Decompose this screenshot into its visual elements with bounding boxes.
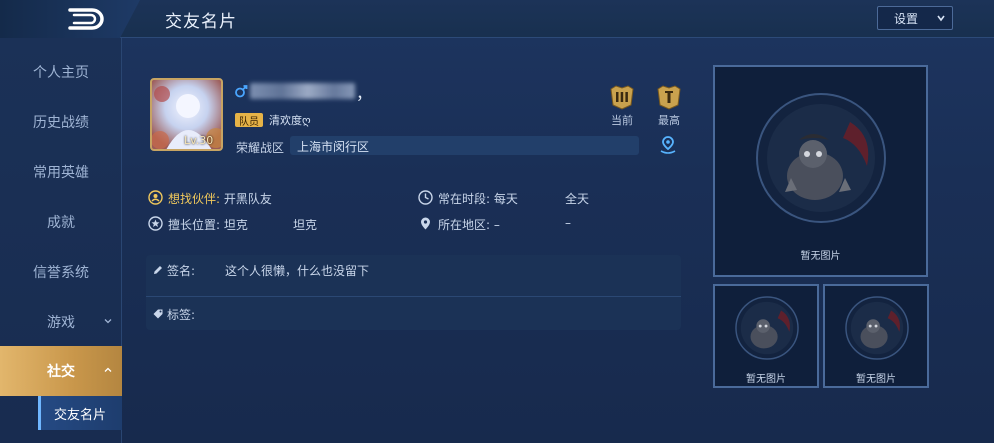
- rank-current-label: 当前: [611, 114, 633, 127]
- sidebar-item-label: 游戏: [47, 315, 75, 331]
- rank-best-label: 最高: [658, 114, 680, 127]
- region-value-1: –: [493, 218, 500, 232]
- region-value-2: –: [565, 216, 571, 230]
- photo-caption: 暂无图片: [856, 374, 896, 385]
- clock-icon: [418, 190, 433, 205]
- sidebar-item-label: 成就: [47, 215, 75, 231]
- rank-current-icon[interactable]: [608, 83, 636, 111]
- time-value-1: 每天: [493, 192, 518, 206]
- sidebar-subitem-label: 交友名片: [53, 407, 106, 423]
- time-row: 常在时段: 每天: [438, 190, 518, 207]
- settings-label: 设置: [894, 11, 919, 26]
- divider: [146, 296, 681, 297]
- photo-slot-3[interactable]: 暂无图片: [823, 284, 929, 388]
- photo-slot-main[interactable]: 暂无图片: [713, 65, 928, 277]
- tag-icon: [153, 309, 163, 319]
- map-pin-icon: [421, 217, 430, 230]
- position-row: 擅长位置: 坦克: [168, 216, 248, 233]
- active-marker: [38, 396, 41, 430]
- star-icon: [148, 216, 163, 231]
- sidebar: 个人主页 历史战绩 常用英雄 成就 信誉系统 游戏 社交: [0, 38, 122, 443]
- time-value-2: 全天: [565, 192, 590, 206]
- team-name: 清欢度ღ: [269, 114, 311, 127]
- player-name-redacted: [250, 83, 355, 99]
- role-badge: 队员: [235, 113, 263, 128]
- empty-photo-emblem-icon: [845, 296, 909, 360]
- partner-icon: [148, 190, 163, 205]
- pencil-icon: [154, 266, 162, 274]
- chevron-up-icon: [104, 367, 112, 372]
- sidebar-item-profile[interactable]: 个人主页: [0, 47, 122, 97]
- back-arrow-icon: [68, 8, 104, 30]
- partner-row: 想找伙伴: 开黑队友: [168, 190, 272, 207]
- player-name-tail: ，: [356, 84, 373, 103]
- chevron-down-icon: [937, 15, 945, 22]
- back-button[interactable]: [0, 0, 140, 38]
- page-title: 交友名片: [165, 12, 237, 32]
- sidebar-item-credit[interactable]: 信誉系统: [0, 247, 122, 297]
- chevron-down-icon: [104, 319, 112, 324]
- level-tag: Lv.30: [184, 134, 214, 147]
- signature-value: 这个人很懒，什么也没留下: [225, 264, 370, 278]
- server-value: 上海市闵行区: [297, 140, 370, 154]
- settings-dropdown[interactable]: 设置: [877, 6, 953, 30]
- rank-best-icon[interactable]: [655, 83, 683, 111]
- photo-caption: 暂无图片: [746, 374, 786, 385]
- partner-value: 开黑队友: [223, 192, 272, 206]
- signature-label: 签名:: [167, 264, 196, 278]
- empty-photo-emblem-icon: [735, 296, 799, 360]
- sidebar-item-label: 个人主页: [33, 65, 89, 81]
- sidebar-item-label: 常用英雄: [33, 165, 89, 181]
- photo-caption: 暂无图片: [800, 251, 841, 262]
- sidebar-item-social[interactable]: 社交: [0, 346, 122, 396]
- empty-photo-emblem-icon: [756, 93, 886, 223]
- sidebar-subitem-friend-card[interactable]: 交友名片: [38, 396, 122, 430]
- region-row: 所在地区: –: [438, 216, 500, 233]
- sidebar-item-achievements[interactable]: 成就: [0, 197, 122, 247]
- location-pin-icon[interactable]: [657, 134, 679, 156]
- male-icon: [235, 85, 248, 98]
- role-badge-label: 队员: [239, 116, 259, 128]
- top-bar: 交友名片 设置: [0, 0, 994, 38]
- time-label: 常在时段:: [438, 192, 491, 206]
- photo-slot-2[interactable]: 暂无图片: [713, 284, 819, 388]
- sidebar-item-game[interactable]: 游戏: [0, 297, 122, 347]
- position-value-2: 坦克: [293, 218, 318, 232]
- tags-label[interactable]: 标签:: [167, 306, 195, 323]
- sidebar-item-history[interactable]: 历史战绩: [0, 97, 122, 147]
- sidebar-item-label: 社交: [47, 364, 75, 380]
- partner-label: 想找伙伴:: [168, 192, 221, 206]
- region-label: 所在地区:: [438, 218, 491, 232]
- server-label: 荣耀战区: [236, 141, 285, 155]
- position-value-1: 坦克: [223, 218, 248, 232]
- position-label: 擅长位置:: [168, 218, 221, 232]
- sidebar-item-label: 信誉系统: [33, 265, 89, 281]
- sidebar-item-label: 历史战绩: [33, 115, 89, 131]
- sidebar-item-heroes[interactable]: 常用英雄: [0, 147, 122, 197]
